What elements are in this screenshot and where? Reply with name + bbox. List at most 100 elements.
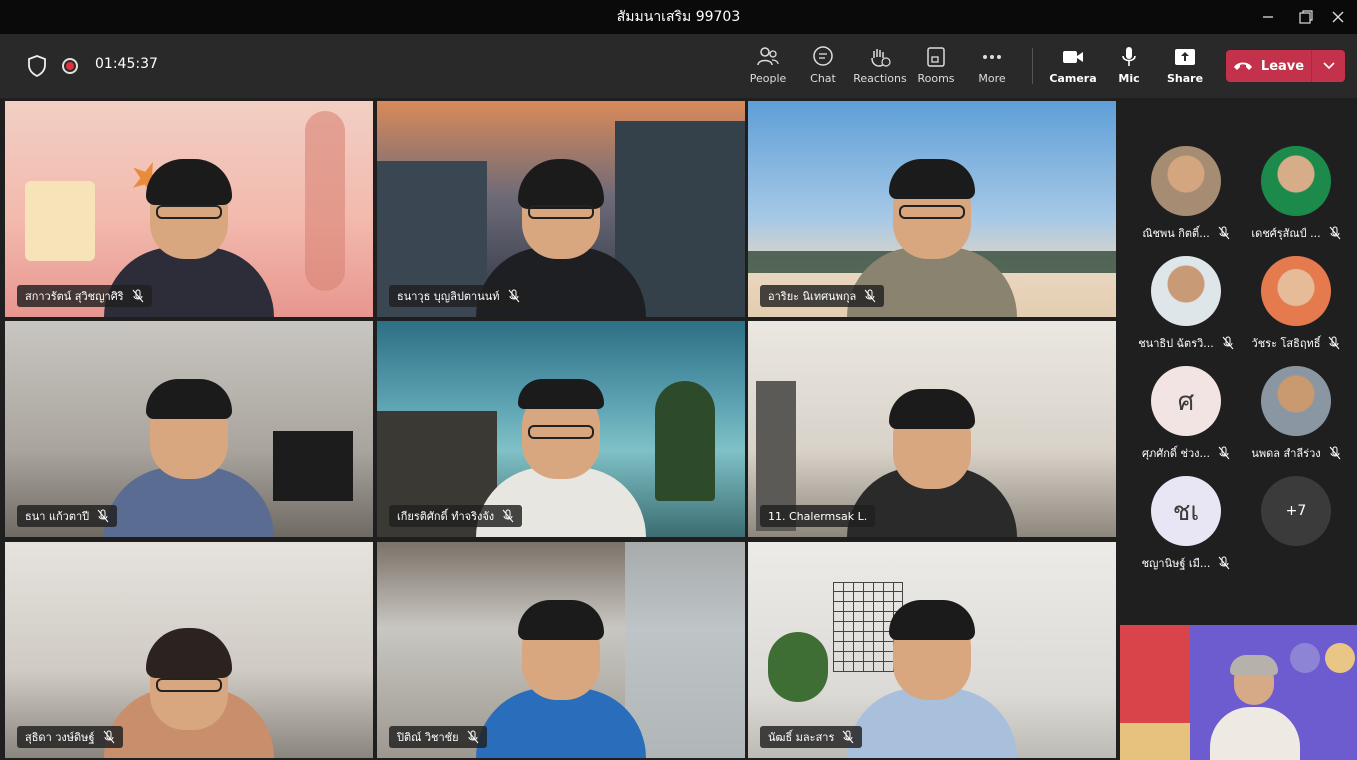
participant-avatar-item[interactable]: ศ ศุภศักดิ์ ช่วง...	[1131, 366, 1241, 470]
avatar	[1151, 146, 1221, 216]
avatar-name: วัชระ โสธิฤทธิ์	[1251, 337, 1321, 350]
reactions-button[interactable]: Reactions	[852, 44, 908, 90]
mic-off-icon	[1329, 336, 1340, 350]
more-button[interactable]: More	[964, 44, 1020, 90]
minimize-button[interactable]	[1248, 0, 1288, 34]
video-tile[interactable]: ปิติณ์ วิชาชัย	[377, 542, 745, 758]
avatar	[1261, 256, 1331, 326]
people-button[interactable]: People	[740, 44, 796, 90]
chevron-down-icon	[1322, 62, 1335, 70]
participant-name: นัฒธิ์ มละสาร	[768, 731, 835, 744]
mic-off-icon	[1218, 446, 1230, 460]
name-tag: นัฒธิ์ มละสาร	[760, 726, 863, 748]
rooms-icon	[927, 47, 945, 67]
avatar-initials: ชเ	[1151, 476, 1221, 546]
window-title: สัมมนาเสริม 99703	[616, 9, 741, 25]
toolbar-divider	[1032, 48, 1033, 84]
cake-decoration	[25, 181, 95, 261]
meeting-timer: 01:45:37	[95, 56, 158, 72]
leave-options-button[interactable]	[1312, 50, 1345, 82]
avatar-name: ณิชพน กิตติ์...	[1142, 227, 1210, 240]
video-tile[interactable]: สุธิดา วงษ์ดิษฐ์	[5, 542, 373, 758]
chat-label: Chat	[810, 72, 836, 85]
rooms-button[interactable]: Rooms	[908, 44, 964, 90]
avatar-name: ชนาธิป ฉัตรวิ...	[1138, 337, 1214, 350]
participant-name: อาริยะ นิเทศนพกุล	[768, 290, 857, 303]
mic-off-icon	[1329, 446, 1341, 460]
participant-figure	[104, 357, 274, 537]
meeting-toolbar: 01:45:37 People Chat Reactions Rooms Mor…	[0, 34, 1357, 98]
reactions-icon	[871, 49, 891, 67]
leave-main[interactable]: Leave	[1226, 50, 1312, 82]
close-button[interactable]	[1318, 0, 1357, 34]
participant-figure	[104, 578, 274, 758]
name-tag: 11. Chalermsak L.	[760, 505, 876, 527]
participant-name: เกียรติศักดิ์ ทำจริงจัง	[397, 510, 495, 523]
name-tag: ธนา แก้วตาปี	[17, 505, 118, 527]
participant-avatar-item[interactable]: ชเ ชญานิษฐ์ เมื...	[1131, 476, 1241, 580]
mic-off-icon	[103, 730, 114, 744]
avatar	[1261, 366, 1331, 436]
mic-off-icon	[1329, 226, 1340, 240]
mic-off-icon	[132, 289, 143, 303]
participant-avatar-item[interactable]: นพดล สำลีร่วง	[1241, 366, 1351, 470]
avatar-name: เดชศ์รุสัณป์ ...	[1251, 227, 1321, 240]
more-participants-button[interactable]: +7	[1241, 476, 1351, 580]
participant-avatar-item[interactable]: วัชระ โสธิฤทธิ์	[1241, 256, 1351, 360]
more-icon	[983, 55, 1001, 59]
leave-button[interactable]: Leave	[1226, 50, 1345, 82]
mic-icon	[1122, 47, 1136, 66]
camera-button[interactable]: Camera	[1045, 44, 1101, 90]
participant-figure	[847, 578, 1017, 758]
video-tile[interactable]: ธนา แก้วตาปี	[5, 321, 373, 537]
participant-avatar-item[interactable]: เดชศ์รุสัณป์ ...	[1241, 146, 1351, 250]
people-icon	[757, 47, 779, 66]
chat-button[interactable]: Chat	[795, 44, 851, 90]
name-tag: ปิติณ์ วิชาชัย	[389, 726, 487, 748]
avatar	[1151, 256, 1221, 326]
participant-name: สกาวรัตน์ สุวิชญาศิริ	[25, 290, 124, 303]
mic-button[interactable]: Mic	[1101, 44, 1157, 90]
video-tile[interactable]: เกียรติศักดิ์ ทำจริงจัง	[377, 321, 745, 537]
shield-icon[interactable]	[26, 54, 48, 78]
avatar	[1261, 146, 1331, 216]
avatar-name: ชญานิษฐ์ เมื...	[1141, 557, 1211, 570]
video-tile[interactable]: ธนาวุธ บุญลิปตานนท์	[377, 101, 745, 317]
name-tag: เกียรติศักดิ์ ทำจริงจัง	[389, 505, 523, 527]
decor-circle	[1325, 643, 1355, 673]
mic-off-icon	[1218, 226, 1230, 240]
self-view[interactable]	[1120, 625, 1357, 760]
camera-icon	[1063, 51, 1083, 63]
participant-avatar-item[interactable]: ณิชพน กิตติ์...	[1131, 146, 1241, 250]
rooms-label: Rooms	[917, 72, 955, 85]
name-tag: สกาวรัตน์ สุวิชญาศิริ	[17, 285, 152, 307]
tree	[655, 381, 715, 501]
participant-name: 11. Chalermsak L.	[768, 509, 868, 523]
video-tile-active-speaker[interactable]: 11. Chalermsak L.	[748, 321, 1116, 537]
more-label: More	[978, 72, 1006, 85]
participant-figure	[476, 578, 646, 758]
video-tile[interactable]: นัฒธิ์ มละสาร	[748, 542, 1116, 758]
overflow-count: +7	[1261, 476, 1331, 546]
mic-off-icon	[508, 289, 519, 303]
leave-label: Leave	[1260, 58, 1305, 74]
share-button[interactable]: Share	[1157, 44, 1213, 90]
share-label: Share	[1166, 72, 1204, 85]
video-tile[interactable]: อาริยะ นิเทศนพกุล	[748, 101, 1116, 317]
mic-off-icon	[502, 509, 514, 523]
title-bar: สัมมนาเสริม 99703	[0, 0, 1357, 34]
mic-label: Mic	[1118, 72, 1140, 85]
name-tag: อาริยะ นิเทศนพกุล	[760, 285, 885, 307]
minimize-icon	[1263, 16, 1273, 18]
participant-name: ปิติณ์ วิชาชัย	[397, 731, 459, 744]
participant-avatar-item[interactable]: ชนาธิป ฉัตรวิ...	[1131, 256, 1241, 360]
monitor	[273, 431, 353, 501]
hangup-icon	[1233, 62, 1252, 70]
mic-off-icon	[864, 289, 876, 303]
recording-icon	[62, 58, 78, 74]
mic-off-icon	[842, 730, 854, 744]
name-tag: ธนาวุธ บุญลิปตานนท์	[389, 285, 528, 307]
share-icon	[1175, 49, 1195, 65]
video-tile[interactable]: สกาวรัตน์ สุวิชญาศิริ	[5, 101, 373, 317]
participant-name: ธนาวุธ บุญลิปตานนท์	[397, 290, 500, 303]
